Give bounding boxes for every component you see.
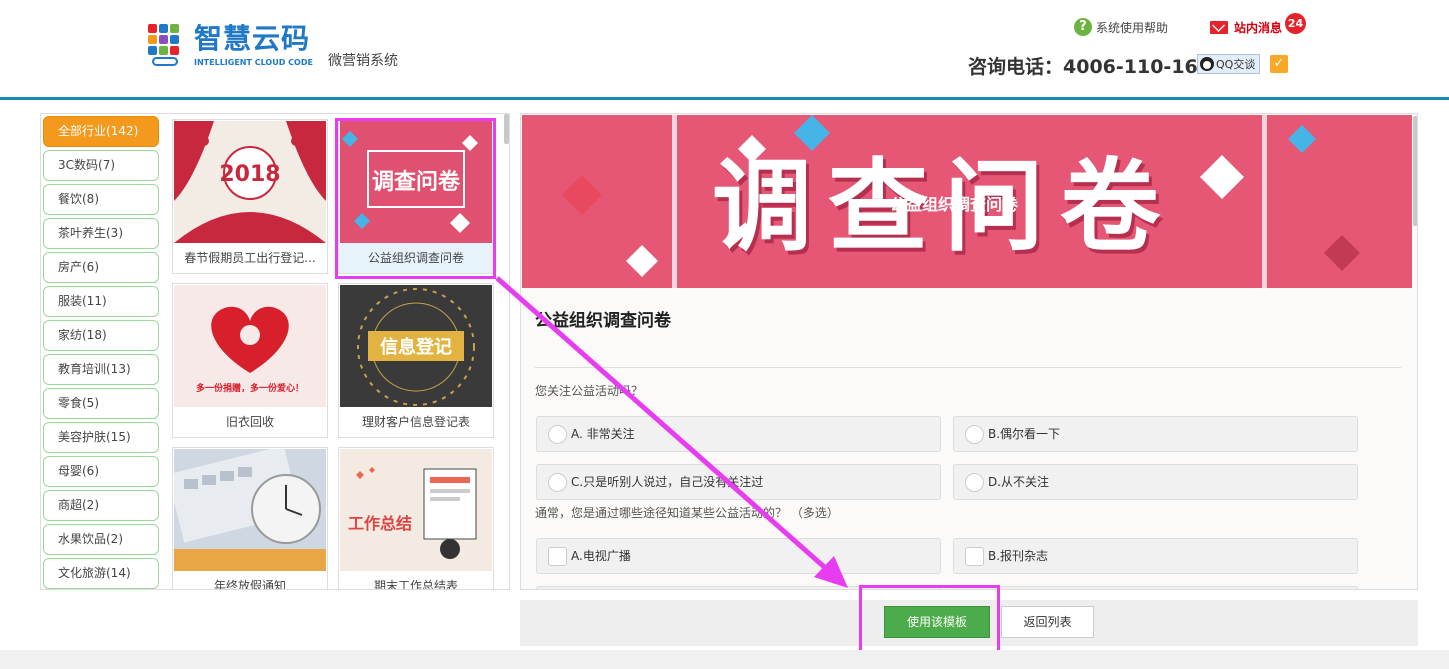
template-title: 公益组织调查问卷 xyxy=(339,243,493,273)
template-browser: 全部行业(142) 3C数码(7) 餐饮(8) 茶叶养生(3) 房产(6) 服装… xyxy=(40,113,510,590)
q2-option-d-partial[interactable] xyxy=(953,586,1358,589)
category-item[interactable]: 家纺(18) xyxy=(43,320,159,351)
category-item[interactable]: 文化旅游(14) xyxy=(43,558,159,589)
brand-tagline: 微营销系统 xyxy=(328,53,398,69)
q1-option-c[interactable]: C.只是听别人说过，自己没有关注过 xyxy=(536,464,941,500)
category-item[interactable]: 房产(6) xyxy=(43,252,159,283)
template-list-scrollbar[interactable] xyxy=(504,114,509,144)
brand-subtitle: INTELLIGENT CLOUD CODE xyxy=(194,58,313,67)
page-footer-bar xyxy=(0,650,1449,669)
category-item[interactable]: 商超(2) xyxy=(43,490,159,521)
preview-scrollbar[interactable] xyxy=(1413,116,1417,226)
message-count-badge: 24 xyxy=(1285,13,1306,34)
thumb-title-text: 工作总结 xyxy=(348,514,412,533)
option-label: A. 非常关注 xyxy=(571,427,635,441)
messages-label: 站内消息 xyxy=(1234,21,1283,35)
template-title: 理财客户信息登记表 xyxy=(361,415,470,429)
thumb-title-text: 信息登记 xyxy=(380,336,452,358)
survey-title: 公益组织调查问卷 xyxy=(535,311,671,331)
template-title: 旧衣回收 xyxy=(225,415,274,429)
radio-icon xyxy=(965,473,984,492)
option-label: B.偶尔看一下 xyxy=(988,427,1061,441)
category-item[interactable]: 教育培训(13) xyxy=(43,354,159,385)
radio-icon xyxy=(965,425,984,444)
template-thumbnail: 多一份捐赠，多一份爱心！ xyxy=(174,285,326,407)
question-icon: ? xyxy=(1074,18,1092,36)
thumb-year-text: 2018 xyxy=(219,162,280,187)
thumb-caption-text: 多一份捐赠，多一份爱心！ xyxy=(196,382,304,394)
category-item[interactable]: 水果饮品(2) xyxy=(43,524,159,555)
option-label: A.电视广播 xyxy=(571,549,631,563)
q2-option-b[interactable]: B.报刊杂志 xyxy=(953,538,1358,574)
question-2: 通常，您是通过哪些途径知道某些公益活动的？ （多选） xyxy=(535,506,839,520)
option-label: B.报刊杂志 xyxy=(988,549,1049,563)
template-card[interactable]: 2018 春节假期员工出行登记... xyxy=(172,119,328,274)
qq-penguin-icon xyxy=(1200,57,1214,71)
template-thumbnail xyxy=(174,449,326,571)
checkbox-icon xyxy=(965,547,984,566)
q1-option-a[interactable]: A. 非常关注 xyxy=(536,416,941,452)
category-item[interactable]: 服装(11) xyxy=(43,286,159,317)
option-label: D.从不关注 xyxy=(988,475,1050,489)
template-title: 期末工作总结表 xyxy=(373,579,458,590)
top-header: 智慧云码 INTELLIGENT CLOUD CODE 微营销系统 ? 系统使用… xyxy=(0,0,1449,100)
checkmark-icon[interactable]: ✓ xyxy=(1270,55,1288,73)
qq-chat-label: QQ交谈 xyxy=(1216,58,1256,71)
q2-option-a[interactable]: A.电视广播 xyxy=(536,538,941,574)
template-card[interactable]: 工作总结 期末工作总结表 xyxy=(338,447,494,590)
template-title: 春节假期员工出行登记... xyxy=(184,251,316,265)
radio-icon xyxy=(548,425,567,444)
category-list: 全部行业(142) 3C数码(7) 餐饮(8) 茶叶养生(3) 房产(6) 服装… xyxy=(43,116,161,589)
title-divider xyxy=(535,367,1401,368)
category-item[interactable]: 母婴(6) xyxy=(43,456,159,487)
question-1: 您关注公益活动吗？ xyxy=(535,384,644,398)
qr-logo-icon xyxy=(148,24,192,68)
category-item[interactable]: 餐饮(8) xyxy=(43,184,159,215)
template-thumbnail: 工作总结 xyxy=(340,449,492,571)
use-template-button[interactable]: 使用该模板 xyxy=(884,606,990,638)
category-item[interactable]: 零食(5) xyxy=(43,388,159,419)
template-card[interactable]: 年终放假通知 xyxy=(172,447,328,590)
brand-name: 智慧云码 xyxy=(194,22,311,55)
radio-icon xyxy=(548,473,567,492)
thumb-title-text: 调查问卷 xyxy=(372,169,461,195)
checkbox-icon xyxy=(548,547,567,566)
qq-chat-button[interactable]: QQ交谈 xyxy=(1197,54,1261,74)
q1-option-b[interactable]: B.偶尔看一下 xyxy=(953,416,1358,452)
category-item[interactable]: 3C数码(7) xyxy=(43,150,159,181)
template-preview: 调查问卷 公益组织调查问卷 公益组织调查问卷 您关注公益活动吗？ A. 非常关注… xyxy=(520,113,1418,590)
back-to-list-button[interactable]: 返回列表 xyxy=(1001,606,1094,638)
q1-option-d[interactable]: D.从不关注 xyxy=(953,464,1358,500)
template-title: 年终放假通知 xyxy=(213,579,286,590)
category-item[interactable]: 全部行业(142) xyxy=(43,116,159,147)
q2-option-c-partial[interactable] xyxy=(536,586,941,589)
category-item[interactable]: 美容护肤(15) xyxy=(43,422,159,453)
messages-link[interactable]: 站内消息 xyxy=(1210,19,1282,36)
template-thumbnail: 信息登记 xyxy=(340,285,492,407)
brand-logo[interactable]: 智慧云码 INTELLIGENT CLOUD CODE 微营销系统 xyxy=(148,22,418,74)
template-thumbnail: 2018 xyxy=(174,121,326,243)
template-card-selected[interactable]: 调查问卷 公益组织调查问卷 xyxy=(338,119,494,274)
help-label: 系统使用帮助 xyxy=(1096,20,1169,35)
preview-banner: 调查问卷 公益组织调查问卷 xyxy=(522,115,1412,288)
banner-subtitle: 公益组织调查问卷 xyxy=(890,195,1019,214)
template-card[interactable]: 多一份捐赠，多一份爱心！ 旧衣回收 xyxy=(172,283,328,438)
contact-phone: 咨询电话：4006-110-166 xyxy=(968,56,1211,78)
help-link[interactable]: ? 系统使用帮助 xyxy=(1074,18,1168,36)
category-item[interactable]: 茶叶养生(3) xyxy=(43,218,159,249)
envelope-icon xyxy=(1210,21,1228,34)
template-thumbnail: 调查问卷 xyxy=(340,121,492,243)
option-label: C.只是听别人说过，自己没有关注过 xyxy=(571,475,764,489)
template-card[interactable]: 信息登记 理财客户信息登记表 xyxy=(338,283,494,438)
